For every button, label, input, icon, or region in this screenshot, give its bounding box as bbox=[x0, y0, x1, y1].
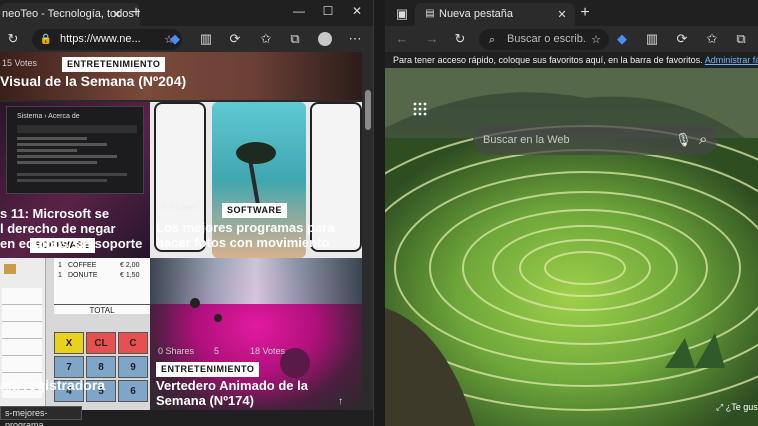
receipt-qty: 1 bbox=[58, 262, 62, 269]
votes-count: 15 Votes bbox=[2, 58, 38, 68]
category-badge[interactable]: ENTRETENIMIENTO bbox=[62, 57, 166, 72]
apps-grid-icon[interactable] bbox=[413, 102, 427, 116]
tab-new-tab[interactable]: Nueva pestaña bbox=[415, 3, 575, 26]
terraces-background bbox=[385, 68, 758, 426]
extension-icon[interactable]: ◆ bbox=[613, 30, 631, 48]
extension-icon[interactable]: ◆ bbox=[166, 30, 184, 48]
toolbar: ↻ 🔒 https://www.ne... ☆ ◆ ▥ ⟳ ✩ ⧉ ⋯ bbox=[0, 26, 373, 52]
art-top-texture bbox=[150, 258, 362, 304]
sync-icon[interactable]: ⟳ bbox=[226, 30, 244, 48]
receipt-price: € 2,00 bbox=[120, 262, 140, 269]
votes-count: 18 Votes bbox=[250, 346, 286, 356]
register-key: C bbox=[118, 332, 148, 354]
close-window-icon[interactable]: ✕ bbox=[344, 2, 370, 20]
scroll-top-icon[interactable]: ↑ bbox=[338, 396, 343, 407]
tab-actions-icon[interactable]: ▣ bbox=[393, 5, 411, 23]
web-search-placeholder: Buscar en la Web bbox=[483, 134, 570, 146]
comments-count: 5 bbox=[214, 346, 220, 356]
profile-avatar-icon[interactable] bbox=[316, 30, 334, 48]
toolbar: ← → ↻ ⌕ Buscar o escrib... ☆ ◆ ▥ ⟳ ✩ ⧉ bbox=[385, 26, 758, 52]
receipt-item: DONUTE bbox=[68, 272, 98, 279]
favorites-bar: Para tener acceso rápido, coloque sus fa… bbox=[385, 52, 758, 68]
right-browser-window: ▣ Nueva pestaña ▤ ✕ + ← → ↻ ⌕ Buscar o e… bbox=[385, 0, 758, 426]
tab-title: Nueva pestaña bbox=[439, 8, 513, 20]
receipt-qty: 1 bbox=[58, 272, 62, 279]
search-icon[interactable]: ⌕ bbox=[699, 131, 707, 148]
new-tab-background: Buscar en la Web 🎙 ⌕ ⤢ ¿Te gusta bbox=[385, 68, 758, 426]
add-favorite-icon[interactable]: ☆ bbox=[587, 31, 605, 49]
forward-icon[interactable]: → bbox=[423, 30, 441, 48]
settings-screenshot: Sistema › Acerca de bbox=[6, 106, 144, 194]
article-headline-line[interactable]: Vertedero Animado de la bbox=[156, 378, 308, 393]
article-headline-line[interactable]: Los mejores programas para bbox=[156, 220, 334, 235]
new-tab-icon[interactable]: + bbox=[577, 5, 593, 21]
maximize-icon[interactable]: ☐ bbox=[315, 2, 341, 20]
register-key: 6 bbox=[118, 380, 148, 402]
reading-view-icon[interactable]: ▥ bbox=[197, 30, 215, 48]
address-placeholder: Buscar o escrib... bbox=[507, 33, 587, 45]
tab-strip: neoTeo - Tecnología, todos los c ✕ + — ☐… bbox=[0, 0, 373, 26]
scroll-thumb[interactable] bbox=[365, 90, 371, 130]
microphone-icon[interactable]: 🎙 bbox=[675, 132, 692, 148]
more-menu-icon[interactable]: ⋯ bbox=[346, 30, 364, 48]
search-icon: ⌕ bbox=[488, 34, 496, 46]
shares-count: 0 Shares bbox=[162, 202, 199, 212]
bottom-feedback[interactable]: ⤢ ¿Te gusta bbox=[716, 402, 758, 413]
web-search-box[interactable]: Buscar en la Web 🎙 ⌕ bbox=[473, 125, 717, 155]
sync-icon[interactable]: ⟳ bbox=[673, 30, 691, 48]
collections-icon[interactable]: ⧉ bbox=[286, 30, 304, 48]
article-headline[interactable]: Visual de la Semana (Nº204) bbox=[0, 74, 186, 89]
tab-close-icon[interactable]: ✕ bbox=[110, 8, 124, 22]
shares-count: 0 Shares bbox=[158, 346, 195, 356]
status-url: s-mejores-programa... bbox=[0, 406, 82, 426]
receipt-total: TOTAL bbox=[54, 304, 150, 315]
receipt-price: € 1,50 bbox=[120, 272, 140, 279]
new-tab-icon[interactable]: + bbox=[128, 5, 144, 21]
category-badge[interactable]: SOFTWARE bbox=[222, 203, 287, 218]
register-key: CL bbox=[86, 332, 116, 354]
tab-strip: ▣ Nueva pestaña ▤ ✕ + bbox=[385, 0, 758, 26]
address-text: https://www.ne... bbox=[60, 33, 141, 45]
register-key: 8 bbox=[86, 356, 116, 378]
address-bar[interactable]: 🔒 https://www.ne... ☆ bbox=[32, 29, 182, 50]
neoteo-page: 15 Votes ENTRETENIMIENTO Visual de la Se… bbox=[0, 52, 362, 410]
register-key: 9 bbox=[118, 356, 148, 378]
register-key: X bbox=[54, 332, 84, 354]
lock-icon: 🔒 bbox=[39, 34, 53, 45]
article-headline[interactable]: aja registradora bbox=[0, 378, 105, 393]
left-browser-window: neoTeo - Tecnología, todos los c ✕ + — ☐… bbox=[0, 0, 374, 426]
favorites-icon[interactable]: ✩ bbox=[703, 30, 721, 48]
feedback-link[interactable]: ¿Te gusta bbox=[726, 402, 758, 412]
expand-icon: ⤢ bbox=[716, 402, 724, 412]
collections-icon[interactable]: ⧉ bbox=[732, 30, 750, 48]
refresh-icon[interactable]: ↻ bbox=[451, 30, 469, 48]
address-bar[interactable]: ⌕ Buscar o escrib... ☆ bbox=[479, 29, 609, 50]
favorites-icon[interactable]: ✩ bbox=[257, 30, 275, 48]
article-headline-line[interactable]: hacer fotos con movimiento bbox=[156, 235, 329, 250]
reading-view-icon[interactable]: ▥ bbox=[643, 30, 661, 48]
page-scrollbar[interactable] bbox=[362, 52, 373, 410]
favorites-bar-text: Para tener acceso rápido, coloque sus fa… bbox=[393, 55, 703, 65]
category-badge[interactable]: ENTRETENIMIENTO bbox=[156, 362, 260, 377]
register-key: 7 bbox=[54, 356, 84, 378]
tab-close-icon[interactable]: ✕ bbox=[555, 8, 569, 22]
article-headline-line[interactable]: en equipos sin soporte bbox=[0, 236, 142, 251]
screenshot-title: Sistema › Acerca de bbox=[17, 113, 80, 120]
back-icon[interactable]: ← bbox=[393, 30, 411, 48]
article-headline-line[interactable]: Semana (Nº174) bbox=[156, 393, 254, 408]
new-tab-page-icon: ▤ bbox=[425, 8, 435, 19]
article-card-visual[interactable]: 15 Votes ENTRETENIMIENTO Visual de la Se… bbox=[0, 52, 362, 100]
article-headline-line[interactable]: l derecho de negar bbox=[0, 221, 116, 236]
refresh-icon[interactable]: ↻ bbox=[4, 30, 22, 48]
article-headline-line[interactable]: s 11: Microsoft se bbox=[0, 206, 109, 221]
receipt-item: COFFEE bbox=[68, 262, 97, 269]
minimize-icon[interactable]: — bbox=[286, 2, 312, 20]
receipt: 1 COFFEE € 2,00 1 DONUTE € 1,50 TOTAL bbox=[54, 258, 150, 315]
manage-favorites-link[interactable]: Administrar favoritos ahora bbox=[705, 55, 758, 65]
